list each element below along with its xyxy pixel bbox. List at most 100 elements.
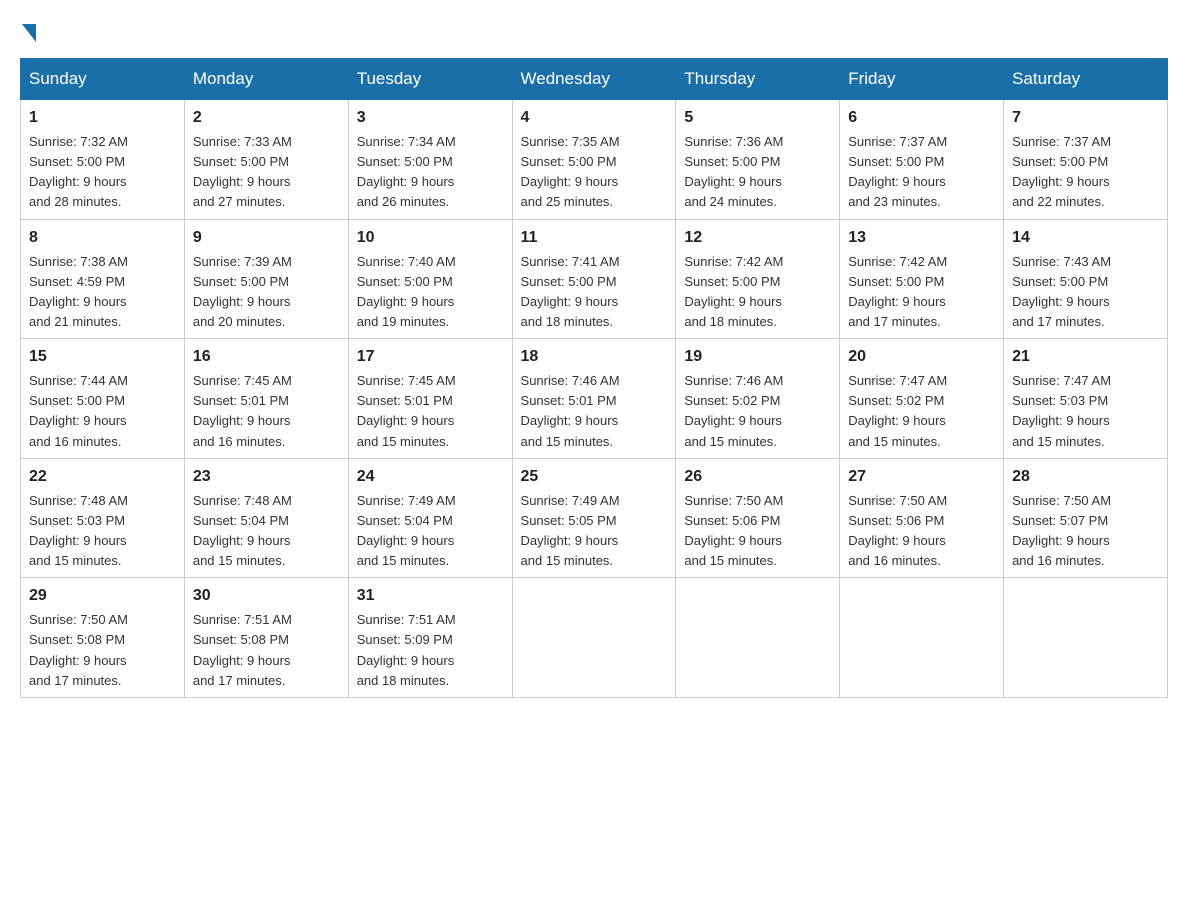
day-number: 6	[848, 106, 995, 130]
day-info: Sunrise: 7:43 AMSunset: 5:00 PMDaylight:…	[1012, 254, 1111, 329]
calendar-cell: 18 Sunrise: 7:46 AMSunset: 5:01 PMDaylig…	[512, 339, 676, 459]
calendar-cell: 6 Sunrise: 7:37 AMSunset: 5:00 PMDayligh…	[840, 100, 1004, 220]
calendar-cell: 3 Sunrise: 7:34 AMSunset: 5:00 PMDayligh…	[348, 100, 512, 220]
page-header	[20, 20, 1168, 38]
day-info: Sunrise: 7:48 AMSunset: 5:03 PMDaylight:…	[29, 493, 128, 568]
day-number: 30	[193, 584, 340, 608]
day-number: 5	[684, 106, 831, 130]
day-number: 18	[521, 345, 668, 369]
calendar-cell: 21 Sunrise: 7:47 AMSunset: 5:03 PMDaylig…	[1004, 339, 1168, 459]
calendar-cell: 22 Sunrise: 7:48 AMSunset: 5:03 PMDaylig…	[21, 458, 185, 578]
day-info: Sunrise: 7:39 AMSunset: 5:00 PMDaylight:…	[193, 254, 292, 329]
day-info: Sunrise: 7:42 AMSunset: 5:00 PMDaylight:…	[684, 254, 783, 329]
day-info: Sunrise: 7:35 AMSunset: 5:00 PMDaylight:…	[521, 134, 620, 209]
day-info: Sunrise: 7:49 AMSunset: 5:04 PMDaylight:…	[357, 493, 456, 568]
day-info: Sunrise: 7:45 AMSunset: 5:01 PMDaylight:…	[193, 373, 292, 448]
calendar-cell: 17 Sunrise: 7:45 AMSunset: 5:01 PMDaylig…	[348, 339, 512, 459]
calendar-cell: 11 Sunrise: 7:41 AMSunset: 5:00 PMDaylig…	[512, 219, 676, 339]
day-info: Sunrise: 7:32 AMSunset: 5:00 PMDaylight:…	[29, 134, 128, 209]
day-number: 27	[848, 465, 995, 489]
day-number: 29	[29, 584, 176, 608]
day-number: 2	[193, 106, 340, 130]
calendar-cell: 27 Sunrise: 7:50 AMSunset: 5:06 PMDaylig…	[840, 458, 1004, 578]
day-number: 15	[29, 345, 176, 369]
day-number: 4	[521, 106, 668, 130]
calendar-cell	[512, 578, 676, 698]
calendar-cell: 4 Sunrise: 7:35 AMSunset: 5:00 PMDayligh…	[512, 100, 676, 220]
day-number: 3	[357, 106, 504, 130]
logo-arrow-icon	[22, 24, 36, 42]
calendar-cell: 13 Sunrise: 7:42 AMSunset: 5:00 PMDaylig…	[840, 219, 1004, 339]
day-number: 8	[29, 226, 176, 250]
calendar-cell: 2 Sunrise: 7:33 AMSunset: 5:00 PMDayligh…	[184, 100, 348, 220]
day-info: Sunrise: 7:44 AMSunset: 5:00 PMDaylight:…	[29, 373, 128, 448]
day-info: Sunrise: 7:51 AMSunset: 5:09 PMDaylight:…	[357, 612, 456, 687]
day-info: Sunrise: 7:50 AMSunset: 5:06 PMDaylight:…	[848, 493, 947, 568]
day-number: 24	[357, 465, 504, 489]
day-number: 1	[29, 106, 176, 130]
calendar-week-row: 29 Sunrise: 7:50 AMSunset: 5:08 PMDaylig…	[21, 578, 1168, 698]
day-number: 10	[357, 226, 504, 250]
day-info: Sunrise: 7:37 AMSunset: 5:00 PMDaylight:…	[848, 134, 947, 209]
calendar-cell: 20 Sunrise: 7:47 AMSunset: 5:02 PMDaylig…	[840, 339, 1004, 459]
logo	[20, 20, 36, 38]
calendar-cell: 5 Sunrise: 7:36 AMSunset: 5:00 PMDayligh…	[676, 100, 840, 220]
day-info: Sunrise: 7:41 AMSunset: 5:00 PMDaylight:…	[521, 254, 620, 329]
calendar-header-row: SundayMondayTuesdayWednesdayThursdayFrid…	[21, 59, 1168, 100]
day-info: Sunrise: 7:49 AMSunset: 5:05 PMDaylight:…	[521, 493, 620, 568]
calendar-cell	[1004, 578, 1168, 698]
column-header-tuesday: Tuesday	[348, 59, 512, 100]
day-info: Sunrise: 7:48 AMSunset: 5:04 PMDaylight:…	[193, 493, 292, 568]
day-number: 16	[193, 345, 340, 369]
calendar-cell: 19 Sunrise: 7:46 AMSunset: 5:02 PMDaylig…	[676, 339, 840, 459]
calendar-cell: 8 Sunrise: 7:38 AMSunset: 4:59 PMDayligh…	[21, 219, 185, 339]
calendar-cell: 26 Sunrise: 7:50 AMSunset: 5:06 PMDaylig…	[676, 458, 840, 578]
calendar-table: SundayMondayTuesdayWednesdayThursdayFrid…	[20, 58, 1168, 698]
day-number: 7	[1012, 106, 1159, 130]
calendar-cell: 25 Sunrise: 7:49 AMSunset: 5:05 PMDaylig…	[512, 458, 676, 578]
calendar-cell: 31 Sunrise: 7:51 AMSunset: 5:09 PMDaylig…	[348, 578, 512, 698]
day-number: 26	[684, 465, 831, 489]
day-number: 23	[193, 465, 340, 489]
calendar-cell: 16 Sunrise: 7:45 AMSunset: 5:01 PMDaylig…	[184, 339, 348, 459]
calendar-cell: 12 Sunrise: 7:42 AMSunset: 5:00 PMDaylig…	[676, 219, 840, 339]
calendar-cell: 14 Sunrise: 7:43 AMSunset: 5:00 PMDaylig…	[1004, 219, 1168, 339]
day-info: Sunrise: 7:46 AMSunset: 5:01 PMDaylight:…	[521, 373, 620, 448]
day-info: Sunrise: 7:50 AMSunset: 5:08 PMDaylight:…	[29, 612, 128, 687]
day-info: Sunrise: 7:50 AMSunset: 5:06 PMDaylight:…	[684, 493, 783, 568]
day-info: Sunrise: 7:37 AMSunset: 5:00 PMDaylight:…	[1012, 134, 1111, 209]
calendar-week-row: 8 Sunrise: 7:38 AMSunset: 4:59 PMDayligh…	[21, 219, 1168, 339]
calendar-week-row: 1 Sunrise: 7:32 AMSunset: 5:00 PMDayligh…	[21, 100, 1168, 220]
column-header-monday: Monday	[184, 59, 348, 100]
column-header-saturday: Saturday	[1004, 59, 1168, 100]
day-info: Sunrise: 7:42 AMSunset: 5:00 PMDaylight:…	[848, 254, 947, 329]
day-number: 25	[521, 465, 668, 489]
calendar-cell: 29 Sunrise: 7:50 AMSunset: 5:08 PMDaylig…	[21, 578, 185, 698]
column-header-thursday: Thursday	[676, 59, 840, 100]
day-info: Sunrise: 7:50 AMSunset: 5:07 PMDaylight:…	[1012, 493, 1111, 568]
day-info: Sunrise: 7:45 AMSunset: 5:01 PMDaylight:…	[357, 373, 456, 448]
day-number: 31	[357, 584, 504, 608]
column-header-friday: Friday	[840, 59, 1004, 100]
calendar-cell	[840, 578, 1004, 698]
calendar-cell: 23 Sunrise: 7:48 AMSunset: 5:04 PMDaylig…	[184, 458, 348, 578]
day-number: 12	[684, 226, 831, 250]
calendar-cell	[676, 578, 840, 698]
calendar-cell: 10 Sunrise: 7:40 AMSunset: 5:00 PMDaylig…	[348, 219, 512, 339]
day-info: Sunrise: 7:40 AMSunset: 5:00 PMDaylight:…	[357, 254, 456, 329]
calendar-cell: 1 Sunrise: 7:32 AMSunset: 5:00 PMDayligh…	[21, 100, 185, 220]
column-header-wednesday: Wednesday	[512, 59, 676, 100]
calendar-cell: 24 Sunrise: 7:49 AMSunset: 5:04 PMDaylig…	[348, 458, 512, 578]
day-number: 28	[1012, 465, 1159, 489]
day-info: Sunrise: 7:51 AMSunset: 5:08 PMDaylight:…	[193, 612, 292, 687]
day-number: 13	[848, 226, 995, 250]
column-header-sunday: Sunday	[21, 59, 185, 100]
day-number: 20	[848, 345, 995, 369]
calendar-cell: 30 Sunrise: 7:51 AMSunset: 5:08 PMDaylig…	[184, 578, 348, 698]
day-number: 14	[1012, 226, 1159, 250]
day-info: Sunrise: 7:34 AMSunset: 5:00 PMDaylight:…	[357, 134, 456, 209]
calendar-week-row: 22 Sunrise: 7:48 AMSunset: 5:03 PMDaylig…	[21, 458, 1168, 578]
calendar-week-row: 15 Sunrise: 7:44 AMSunset: 5:00 PMDaylig…	[21, 339, 1168, 459]
day-number: 21	[1012, 345, 1159, 369]
day-info: Sunrise: 7:46 AMSunset: 5:02 PMDaylight:…	[684, 373, 783, 448]
